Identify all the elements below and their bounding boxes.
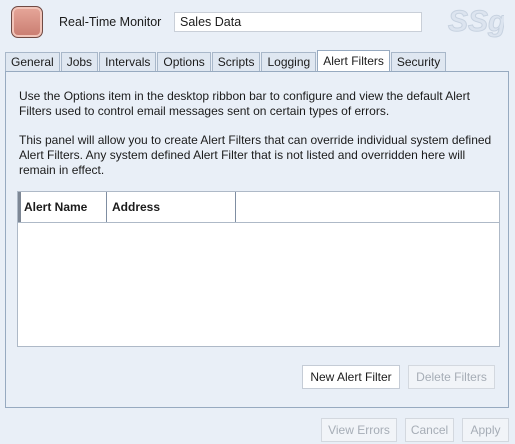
tab-scripts[interactable]: Scripts [211, 52, 261, 71]
apply-button[interactable]: Apply [462, 418, 509, 442]
delete-filters-button[interactable]: Delete Filters [408, 365, 495, 389]
tab-options[interactable]: Options [157, 52, 211, 71]
tab-security[interactable]: Security [390, 52, 447, 71]
svg-text:SSg: SSg [448, 5, 504, 38]
tab-general[interactable]: General [5, 52, 60, 71]
view-errors-button[interactable]: View Errors [321, 418, 397, 442]
monitor-name-input[interactable] [174, 12, 422, 32]
column-header-alert-name[interactable]: Alert Name [21, 192, 107, 222]
tab-alert-filters[interactable]: Alert Filters [317, 50, 390, 71]
description-text-2: This panel will allow you to create Aler… [19, 133, 492, 177]
new-alert-filter-button[interactable]: New Alert Filter [302, 365, 400, 389]
monitor-type-label: Real-Time Monitor [59, 15, 162, 29]
tab-intervals[interactable]: Intervals [99, 52, 157, 71]
column-header-address[interactable]: Address [107, 192, 236, 222]
cancel-button[interactable]: Cancel [405, 418, 454, 442]
tab-bar: General Jobs Intervals Options Scripts L… [5, 50, 447, 72]
ssg-logo-watermark: SSg [448, 5, 505, 39]
alert-filters-panel: Use the Options item in the desktop ribb… [5, 71, 509, 408]
grid-header: Alert Name Address [18, 192, 499, 223]
tab-logging[interactable]: Logging [261, 52, 317, 71]
description-text-1: Use the Options item in the desktop ribb… [19, 89, 470, 118]
tab-jobs[interactable]: Jobs [60, 52, 99, 71]
app-icon [11, 6, 43, 38]
alert-filters-grid[interactable]: Alert Name Address [17, 191, 500, 347]
